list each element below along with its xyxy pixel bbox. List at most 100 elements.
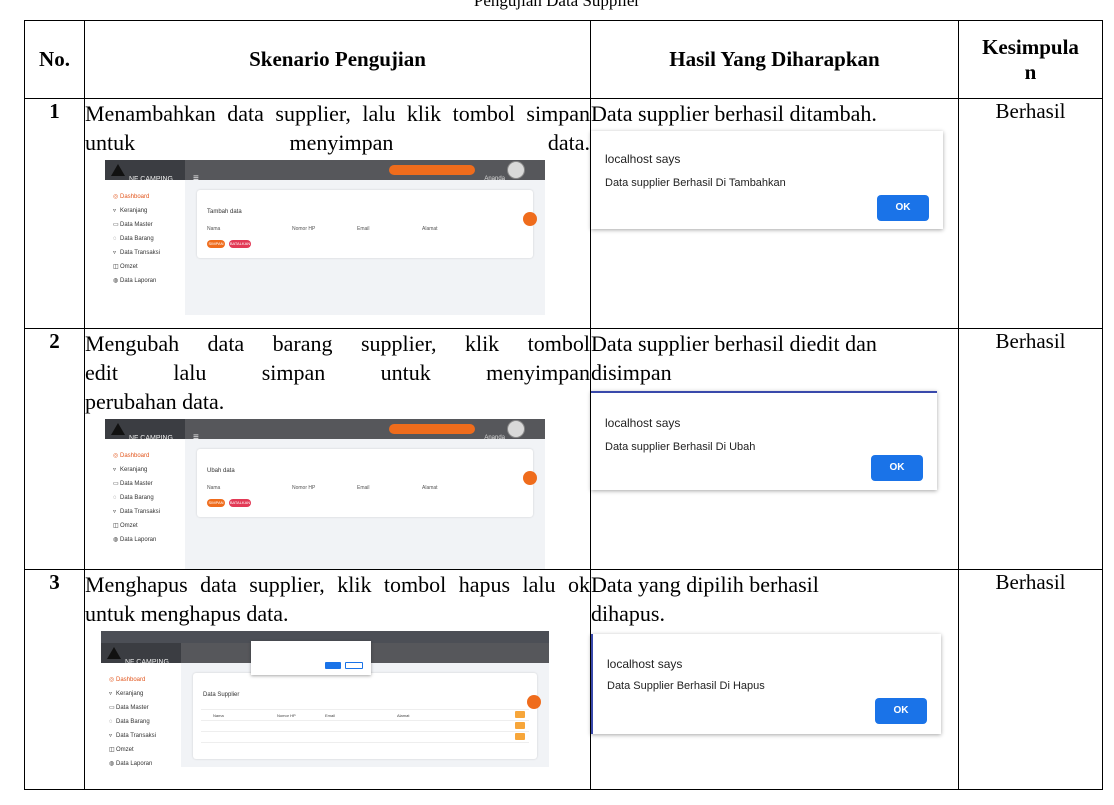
form-card: Ubah data Nama Nomor HP Email Alamat SIM… — [197, 449, 537, 517]
app-sidebar: ◎ Dashboard ▿ Keranjang ▭Data Master ◌ Data… — [101, 663, 181, 767]
scenario-line3: perubahan data. — [85, 389, 225, 414]
header-hasil: Hasil Yang Diharapkan — [590, 20, 959, 99]
dialog-message: Data supplier Berhasil Di Ubah — [605, 441, 756, 453]
popup-ok-button[interactable] — [325, 662, 341, 669]
sidebar-item[interactable]: ◍ Data Laporan — [101, 747, 181, 767]
app-screenshot: NF CAMPING ≡ Ananda ◎Dashboard ▿Keranjan… — [105, 160, 545, 315]
col-email: Email — [357, 226, 370, 232]
sidebar-item[interactable]: ◎ Dashboard — [105, 439, 185, 459]
ok-button[interactable]: OK — [871, 455, 923, 481]
hasil-cell: Data supplier berhasil ditambah. localho… — [590, 98, 959, 329]
dialog-message: Data supplier Berhasil Di Tambahkan — [605, 177, 786, 189]
scenario-line2: edit lalu simpan untuk menyimpan — [85, 360, 590, 385]
header-kesimpulan-line2: n — [1024, 59, 1037, 84]
dialog-message: Data Supplier Berhasil Di Hapus — [607, 680, 765, 692]
save-button[interactable]: SIMPAN — [207, 499, 225, 507]
hasil-line2: disimpan — [591, 360, 672, 385]
menu-icon[interactable]: ≡ — [193, 164, 199, 193]
app-brand-area: NF CAMPING — [105, 160, 185, 183]
sidebar-item[interactable]: ▿ Data Transaksi — [105, 236, 185, 256]
avatar[interactable] — [507, 420, 525, 438]
sidebar-item[interactable]: ◌ Data Barang — [101, 705, 181, 725]
header-kesimpulan: Kesimpula n — [958, 20, 1103, 99]
hasil-text: Data supplier berhasil ditambah. — [591, 101, 877, 126]
col-hp: Nomor HP — [292, 485, 316, 491]
tent-logo-icon — [111, 164, 125, 176]
table-row: 3 Menghapus data supplier, klik tombol h… — [24, 569, 1103, 790]
kesimpulan-cell: Berhasil — [958, 328, 1103, 570]
report-icon: ◍ — [113, 537, 119, 543]
alert-dialog: localhost says Data supplier Berhasil Di… — [591, 391, 937, 490]
scenario-cell: Menambahkan data supplier, lalu klik tom… — [84, 98, 591, 329]
app-sidebar: ◎ Dashboard ▿ Keranjang ▭Data Master ◌ Data… — [105, 439, 185, 569]
sidebar-item[interactable]: ▿ Keranjang — [105, 194, 185, 214]
mini-table: Nama Nomor HP Email Alamat — [201, 699, 529, 743]
sidebar-item[interactable]: ▿ Data Transaksi — [101, 719, 181, 739]
sidebar-item[interactable]: ◎ Dashboard — [101, 663, 181, 683]
hasil-cell: Data yang dipilih berhasil dihapus. loca… — [590, 569, 959, 790]
fab-button[interactable] — [523, 212, 537, 226]
table-row: 2 Mengubah data barang supplier, klik to… — [24, 328, 1103, 570]
alert-dialog: localhost says Data Supplier Berhasil Di… — [591, 634, 941, 734]
scenario-cell: Menghapus data supplier, klik tombol hap… — [84, 569, 591, 790]
col-hp: Nomor HP — [292, 226, 316, 232]
sidebar-item[interactable]: ▭Data Master — [105, 467, 185, 487]
menu-icon[interactable]: ≡ — [193, 423, 199, 452]
sidebar-item[interactable]: ▿ Keranjang — [101, 677, 181, 697]
col-alamat: Alamat — [422, 226, 438, 232]
report-icon: ◍ — [109, 761, 115, 767]
form-card: Tambah data Nama Nomor HP Email Alamat S… — [197, 190, 537, 258]
header-row: No. Skenario Pengujian Hasil Yang Dihara… — [24, 20, 1103, 99]
hasil-line1: Data yang dipilih berhasil — [591, 572, 819, 597]
app-screenshot: NF CAMPING ≡ Ananda ◎Dashboard ▿Keranjan… — [105, 419, 545, 569]
cancel-button[interactable]: BATALKAN — [229, 240, 251, 248]
hasil-line2: dihapus. — [591, 601, 665, 626]
scenario-cell: Mengubah data barang supplier, klik tomb… — [84, 328, 591, 570]
report-icon: ◍ — [113, 278, 119, 284]
action-button[interactable] — [515, 733, 525, 740]
orange-pill[interactable] — [389, 424, 475, 434]
sidebar-item[interactable]: ◌ Data Barang — [105, 222, 185, 242]
scenario-line1: Mengubah data barang supplier, klik tomb… — [85, 331, 590, 356]
header-no: No. — [24, 20, 85, 99]
col-email: Email — [357, 485, 370, 491]
tent-logo-icon — [107, 647, 121, 659]
kesimpulan-cell: Berhasil — [958, 569, 1103, 790]
action-button[interactable] — [515, 722, 525, 729]
sidebar-item[interactable]: ◍ Data Laporan — [105, 264, 185, 284]
hasil-cell: Data supplier berhasil diedit dan disimp… — [590, 328, 959, 570]
header-kesimpulan-line1: Kesimpula — [982, 34, 1079, 59]
tent-logo-icon — [111, 423, 125, 435]
alert-dialog: localhost says Data supplier Berhasil Di… — [591, 131, 943, 229]
hasil-line1: Data supplier berhasil diedit dan — [591, 331, 877, 356]
popup-cancel-button[interactable] — [345, 662, 363, 669]
sidebar-item[interactable]: ◌ Data Barang — [105, 481, 185, 501]
row-number: 2 — [24, 328, 85, 570]
sidebar-item[interactable]: ◍ Data Laporan — [105, 523, 185, 543]
col-alamat: Alamat — [422, 485, 438, 491]
sidebar-item[interactable]: ▿ Data Transaksi — [105, 495, 185, 515]
fab-button[interactable] — [523, 471, 537, 485]
save-button[interactable]: SIMPAN — [207, 240, 225, 248]
header-skenario: Skenario Pengujian — [84, 20, 591, 99]
sidebar-item[interactable]: ◎ Dashboard — [105, 180, 185, 200]
table-caption: Pengujian Data Supplier — [473, 0, 641, 10]
ok-button[interactable]: OK — [875, 698, 927, 724]
kesimpulan-cell: Berhasil — [958, 98, 1103, 329]
row-number: 1 — [24, 98, 85, 329]
fab-button[interactable] — [527, 695, 541, 709]
sidebar-item[interactable]: ▭Data Master — [101, 691, 181, 711]
cancel-button[interactable]: BATALKAN — [229, 499, 251, 507]
sidebar-item[interactable]: ▭Data Master — [105, 208, 185, 228]
scenario-text: Menghapus data supplier, klik tombol hap… — [85, 572, 590, 626]
avatar[interactable] — [507, 161, 525, 179]
app-sidebar: ◎ Dashboard ▿ Keranjang ▭Data Master ◌ Data… — [105, 180, 185, 315]
orange-pill[interactable] — [389, 165, 475, 175]
test-table: No. Skenario Pengujian Hasil Yang Dihara… — [24, 20, 1103, 790]
confirm-popup — [251, 641, 371, 675]
sidebar-item[interactable]: ▿ Keranjang — [105, 453, 185, 473]
table-row — [201, 710, 529, 721]
action-button[interactable] — [515, 711, 525, 718]
ok-button[interactable]: OK — [877, 195, 929, 221]
scenario-text: Menambahkan data supplier, lalu klik tom… — [85, 101, 590, 155]
